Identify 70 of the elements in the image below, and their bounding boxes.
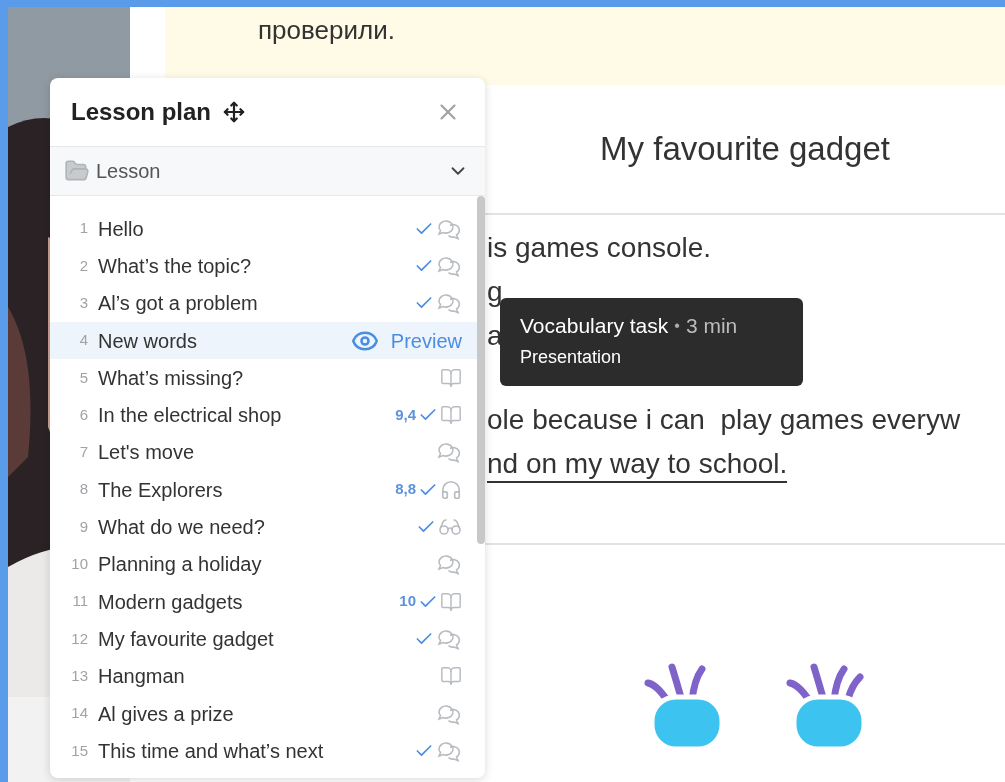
step-number: 12 xyxy=(70,628,88,649)
lesson-step[interactable]: 14 Al gives a prize xyxy=(50,694,477,733)
answer-text: is games console. xyxy=(487,231,712,265)
banner-text: проверили. xyxy=(258,15,395,45)
step-number: 7 xyxy=(78,442,88,463)
lesson-step[interactable]: 2 What’s the topic? xyxy=(50,247,477,285)
step-title: New words xyxy=(98,328,197,354)
step-number: 2 xyxy=(78,255,88,276)
lesson-step[interactable]: 7 Let's move xyxy=(50,433,477,472)
speech-bubbles-icon xyxy=(436,440,462,465)
tooltip-subtitle: Presentation xyxy=(520,345,623,369)
step-number: 13 xyxy=(70,665,88,686)
step-title: My favourite gadget xyxy=(98,626,274,652)
lesson-step[interactable]: 15 This time and what’s next xyxy=(50,732,477,770)
tooltip-duration: 3 min xyxy=(685,313,738,339)
tooltip-title: Vocabulary task xyxy=(520,313,669,339)
speech-bubbles-icon xyxy=(436,291,462,316)
step-number: 5 xyxy=(78,367,88,388)
score: 10 xyxy=(399,591,416,612)
section-dropdown[interactable]: Lesson xyxy=(50,146,485,196)
answer-text: g xyxy=(487,275,503,309)
answer-text: ole because i can play games everyw xyxy=(487,403,961,437)
step-title: Al’s got a problem xyxy=(98,291,258,317)
step-number: 6 xyxy=(78,404,88,425)
book-icon xyxy=(440,590,462,613)
step-title: This time and what’s next xyxy=(98,738,324,764)
step-title: Hello xyxy=(98,216,144,242)
lesson-title: My favourite gadget xyxy=(600,129,890,170)
step-title: Planning a holiday xyxy=(98,552,262,578)
step-number: 9 xyxy=(78,516,88,537)
step-title: What’s missing? xyxy=(98,365,244,391)
step-title: Let's move xyxy=(98,440,195,466)
lesson-step[interactable]: 3 Al’s got a problem xyxy=(50,284,477,322)
step-number: 8 xyxy=(78,479,88,500)
step-title: Al gives a prize xyxy=(98,701,234,727)
step-title: What do we need? xyxy=(98,515,265,540)
step-title: What’s the topic? xyxy=(98,253,252,279)
lesson-step[interactable]: 12 My favourite gadget xyxy=(50,620,477,658)
step-number: 3 xyxy=(78,293,88,313)
lesson-step[interactable]: 4 New words Preview xyxy=(50,321,477,360)
step-number: 14 xyxy=(70,703,88,724)
step-number: 11 xyxy=(71,591,88,612)
step-number: 1 xyxy=(78,218,88,239)
step-title: In the electrical shop xyxy=(98,403,282,429)
headphones-icon xyxy=(440,478,462,501)
lesson-step[interactable]: 9 What do we need? xyxy=(50,508,477,546)
lesson-step[interactable]: 11 Modern gadgets 10 xyxy=(50,582,477,621)
lesson-step[interactable]: 5 What’s missing? xyxy=(50,359,477,397)
lesson-step[interactable]: 6 In the electrical shop 9,4 xyxy=(50,396,477,434)
lesson-step[interactable]: 13 Hangman xyxy=(50,657,477,695)
step-title: The Explorers xyxy=(98,477,223,503)
step-number: 15 xyxy=(70,740,88,761)
speech-bubbles-icon xyxy=(436,552,462,577)
scrollbar[interactable] xyxy=(477,196,485,544)
book-icon xyxy=(440,366,462,389)
bullet: • xyxy=(674,315,680,336)
book-icon xyxy=(440,404,462,427)
step-number: 10 xyxy=(70,554,88,575)
score: 9,4 xyxy=(395,404,416,425)
score: 8,8 xyxy=(395,479,416,500)
book-icon xyxy=(440,665,462,688)
panel-title: Lesson plan xyxy=(71,97,212,127)
answer-text: nd on my way to school. xyxy=(487,447,788,483)
lesson-step[interactable]: 8 The Explorers 8,8 xyxy=(50,471,477,509)
lesson-step[interactable]: 1 Hello xyxy=(50,210,477,248)
step-title: Hangman xyxy=(98,664,185,690)
move-icon[interactable] xyxy=(223,101,246,123)
lesson-step[interactable]: 10 Planning a holiday xyxy=(50,545,477,583)
step-title: Modern gadgets xyxy=(98,589,243,615)
step-number: 4 xyxy=(78,330,88,351)
